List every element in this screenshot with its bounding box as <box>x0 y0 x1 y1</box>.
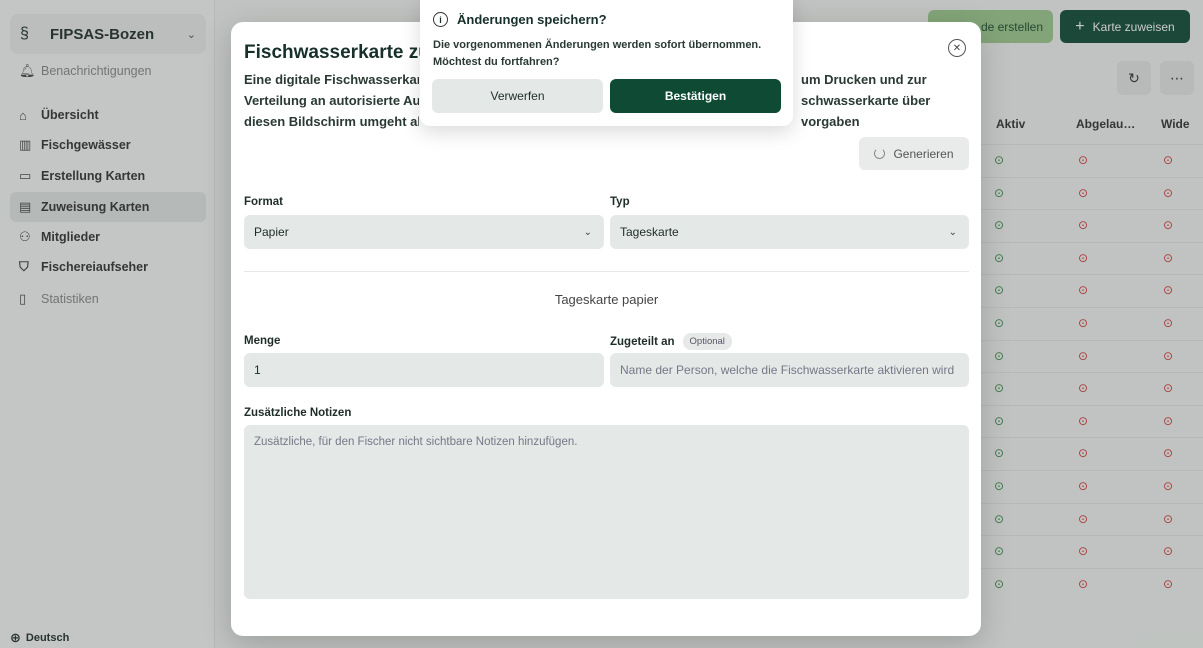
assigned-label-row: Zugeteilt an Optional <box>610 333 732 350</box>
format-label: Format <box>244 196 283 208</box>
type-select[interactable]: Tageskarte ⌄ <box>610 215 969 249</box>
assigned-to-input[interactable]: Name der Person, welche die Fischwasserk… <box>610 353 969 387</box>
popover-title: Änderungen speichern? <box>457 12 607 27</box>
type-label: Typ <box>610 196 630 208</box>
confirm-button[interactable]: Bestätigen <box>610 79 781 113</box>
desc-line-2a: Verteilung an autorisierte Au: <box>244 93 419 108</box>
generate-button[interactable]: Generieren <box>859 137 969 170</box>
notes-label: Zusätzliche Notizen <box>244 407 352 419</box>
popover-title-row: i Änderungen speichern? <box>433 12 607 27</box>
info-icon: i <box>433 12 448 27</box>
quantity-field[interactable]: 1 <box>244 353 604 387</box>
desc-line-1b: um Drucken und zur <box>801 72 927 87</box>
desc-line-2b: schwasserkarte über <box>801 93 931 108</box>
type-value: Tageskarte <box>620 225 679 239</box>
format-select[interactable]: Papier ⌄ <box>244 215 604 249</box>
discard-button[interactable]: Verwerfen <box>432 79 603 113</box>
popover-message: Die vorgenommenen Änderungen werden sofo… <box>433 37 783 71</box>
assigned-placeholder: Name der Person, welche die Fischwasserk… <box>620 363 955 377</box>
popover-text-line1: Die vorgenommenen Änderungen werden sofo… <box>433 39 762 51</box>
popover-text-line2: Möchtest du fortfahren? <box>433 56 560 68</box>
spinner-icon <box>874 148 886 159</box>
divider <box>244 271 969 272</box>
notes-placeholder: Zusätzliche, für den Fischer nicht sicht… <box>254 436 578 448</box>
quantity-label: Menge <box>244 335 281 347</box>
chevron-down-icon: ⌄ <box>583 226 592 238</box>
optional-badge: Optional <box>682 333 732 350</box>
section-title: Tageskarte papier <box>554 292 659 307</box>
desc-line-3b: vorgaben <box>801 114 860 129</box>
assigned-label: Zugeteilt an <box>610 335 675 348</box>
format-value: Papier <box>254 225 289 239</box>
modal-title: Fischwasserkarte zu <box>244 42 430 63</box>
quantity-value: 1 <box>254 363 261 377</box>
notes-textarea[interactable]: Zusätzliche, für den Fischer nicht sicht… <box>244 425 969 599</box>
chevron-down-icon: ⌄ <box>948 226 957 238</box>
close-icon[interactable]: ✕ <box>948 39 966 57</box>
desc-line-1a: Eine digitale Fischwasserkart <box>244 72 419 87</box>
save-changes-popover: i Änderungen speichern? Die vorgenommene… <box>420 0 793 126</box>
generate-label: Generieren <box>893 146 954 161</box>
desc-line-3a: diesen Bildschirm umgeht all <box>244 114 419 129</box>
